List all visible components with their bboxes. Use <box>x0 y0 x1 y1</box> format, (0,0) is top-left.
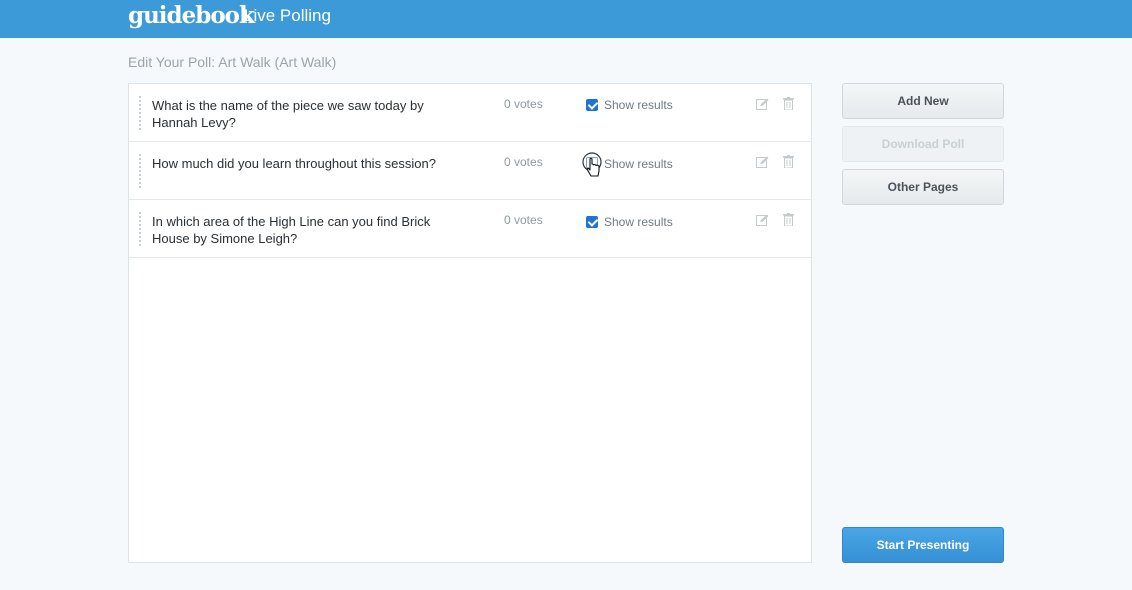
question-row: In which area of the High Line can you f… <box>129 200 811 258</box>
app-header: guidebook Live Polling <box>0 0 1132 38</box>
edit-icon[interactable] <box>756 98 769 110</box>
show-results-checkbox[interactable] <box>586 99 598 111</box>
show-results-label[interactable]: Show results <box>604 98 673 112</box>
questions-panel: What is the name of the piece we saw tod… <box>128 83 812 563</box>
drag-handle[interactable] <box>139 212 142 246</box>
question-row: What is the name of the piece we saw tod… <box>129 84 811 142</box>
edit-icon[interactable] <box>756 214 769 226</box>
vote-count: 0 votes <box>504 213 543 227</box>
trash-icon[interactable] <box>783 155 794 168</box>
drag-handle[interactable] <box>139 154 142 188</box>
edit-icon[interactable] <box>756 156 769 168</box>
start-presenting-button[interactable]: Start Presenting <box>842 527 1004 563</box>
question-text: How much did you learn throughout this s… <box>152 156 436 171</box>
show-results-label[interactable]: Show results <box>604 215 673 229</box>
app-title: Live Polling <box>244 6 331 25</box>
other-pages-button[interactable]: Other Pages <box>842 169 1004 205</box>
vote-count: 0 votes <box>504 97 543 111</box>
show-results-label[interactable]: Show results <box>604 157 673 171</box>
show-results-checkbox[interactable] <box>586 216 598 228</box>
drag-handle[interactable] <box>139 96 142 130</box>
question-text: What is the name of the piece we saw tod… <box>152 98 424 130</box>
vote-count: 0 votes <box>504 155 543 169</box>
trash-icon[interactable] <box>783 213 794 226</box>
download-poll-button[interactable]: Download Poll <box>842 126 1004 162</box>
add-new-button[interactable]: Add New <box>842 83 1004 119</box>
question-row: How much did you learn throughout this s… <box>129 142 811 200</box>
guidebook-logo[interactable]: guidebook <box>128 2 255 29</box>
show-results-checkbox[interactable] <box>586 157 598 169</box>
page-title: Edit Your Poll: Art Walk (Art Walk) <box>128 54 337 70</box>
question-text: In which area of the High Line can you f… <box>152 214 431 246</box>
trash-icon[interactable] <box>783 97 794 110</box>
